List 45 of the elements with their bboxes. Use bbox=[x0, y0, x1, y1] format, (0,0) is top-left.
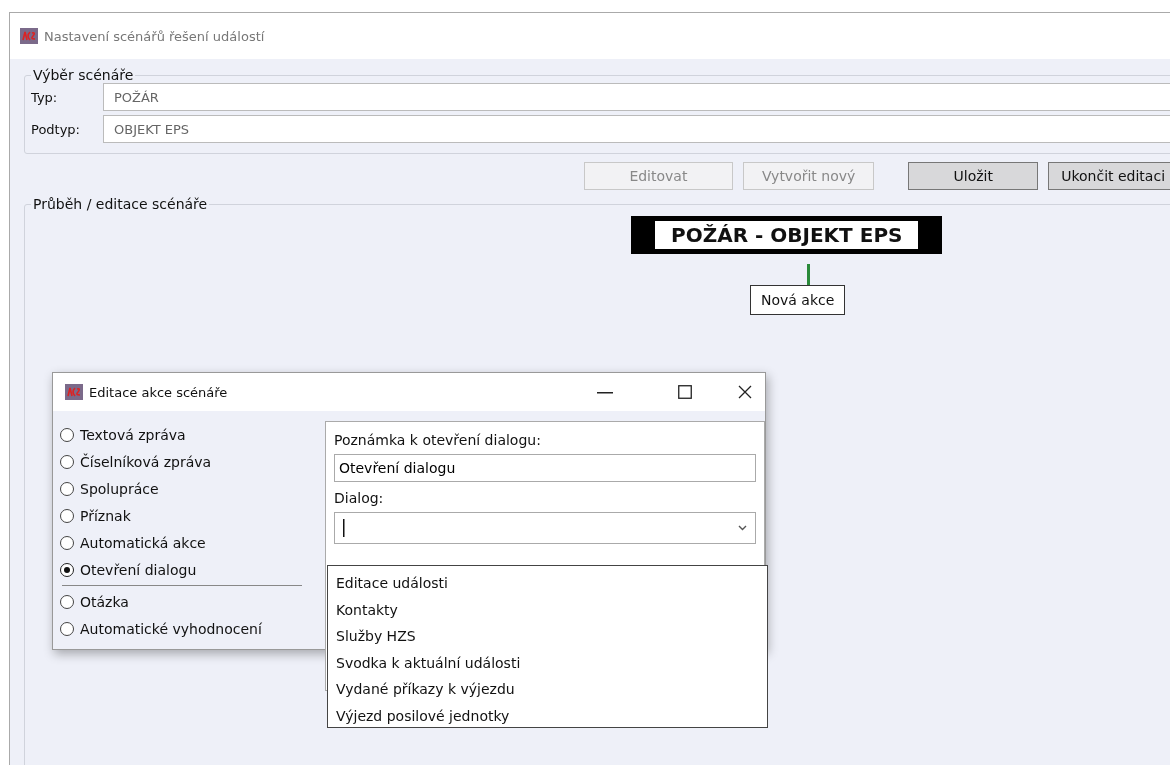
radio-label[interactable]: Automatické vyhodnocení bbox=[80, 620, 262, 637]
chevron-down-icon bbox=[738, 525, 747, 531]
field-label: Podtyp: bbox=[31, 121, 81, 137]
radio-button[interactable] bbox=[60, 535, 74, 550]
window-title: Nastavení scénářů řešení událostí bbox=[44, 28, 265, 44]
note-field[interactable]: Otevření dialogu bbox=[334, 454, 756, 482]
dropdown-item[interactable]: Vydané příkazy k výjezdu bbox=[328, 676, 767, 703]
input-field[interactable]: OBJEKT EPS bbox=[103, 115, 1170, 143]
dropdown-item[interactable]: Kontakty bbox=[328, 596, 767, 623]
field-label: Poznámka k otevření dialogu: bbox=[334, 432, 541, 448]
radio-button[interactable] bbox=[60, 562, 74, 577]
minimize-icon[interactable] bbox=[597, 392, 613, 394]
radio-button[interactable] bbox=[60, 621, 74, 636]
radio-label[interactable]: Příznak bbox=[80, 507, 131, 524]
app-logo-icon bbox=[20, 28, 38, 44]
field-label: Typ: bbox=[31, 89, 59, 105]
radio-label[interactable]: Automatická akce bbox=[80, 534, 206, 551]
field-label: Dialog: bbox=[334, 490, 384, 506]
dropdown-item[interactable]: Svodka k aktuální události bbox=[328, 649, 767, 676]
child-node[interactable]: Nová akce bbox=[750, 285, 846, 315]
radio-label[interactable]: Otevření dialogu bbox=[80, 561, 197, 578]
dropdown-item[interactable]: Služby HZS bbox=[328, 623, 767, 650]
dropdown-item[interactable]: Editace události bbox=[328, 570, 767, 597]
root-node[interactable]: POŽÁR - OBJEKT EPS bbox=[631, 216, 943, 254]
app-logo-icon bbox=[65, 384, 83, 400]
radio-label[interactable]: Číselníková zpráva bbox=[80, 453, 212, 470]
action-button[interactable]: Uložit bbox=[908, 162, 1039, 190]
group-title: Výběr scénáře bbox=[32, 67, 135, 83]
radio-button[interactable] bbox=[60, 481, 74, 496]
radio-button[interactable] bbox=[60, 454, 74, 469]
maximize-icon[interactable] bbox=[678, 385, 692, 399]
radio-label[interactable]: Spolupráce bbox=[80, 480, 159, 497]
connector-line bbox=[807, 264, 810, 285]
text-cursor-icon bbox=[343, 519, 345, 537]
dropdown-item[interactable]: Výjezd posilové jednotky bbox=[328, 702, 767, 729]
action-button[interactable]: Ukončit editaci bbox=[1048, 162, 1170, 190]
radio-button[interactable] bbox=[60, 427, 74, 442]
input-field[interactable]: POŽÁR bbox=[103, 83, 1170, 111]
radio-label[interactable]: Textová zpráva bbox=[80, 426, 186, 443]
radio-button[interactable] bbox=[60, 508, 74, 523]
dialog-title: Editace akce scénáře bbox=[89, 384, 228, 400]
radio-button[interactable] bbox=[60, 594, 74, 609]
radio-label[interactable]: Otázka bbox=[80, 593, 129, 610]
group-title: Průběh / editace scénáře bbox=[32, 196, 209, 212]
close-icon[interactable] bbox=[738, 385, 752, 399]
